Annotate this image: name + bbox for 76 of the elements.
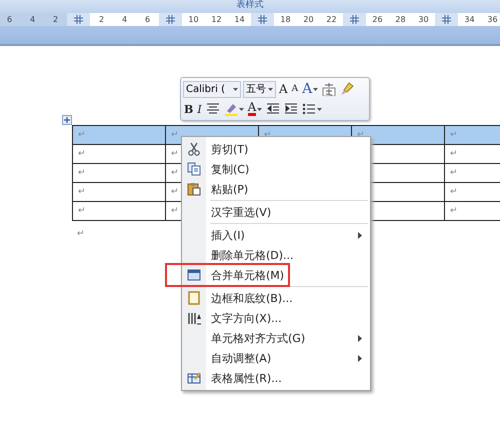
paragraph-mark: ↵ <box>450 168 458 178</box>
paragraph-mark: ↵ <box>264 130 272 140</box>
ruler-number: 14 <box>234 14 245 26</box>
menu-item[interactable]: 删除单元格(D)... <box>182 245 370 265</box>
column-marker-icon[interactable] <box>442 15 451 24</box>
caret-icon <box>233 88 238 90</box>
paragraph-mark: ↵ <box>450 206 458 216</box>
clipboard-icon <box>187 182 201 196</box>
ruler-number: 26 <box>372 14 383 26</box>
paragraph-mark: ↵ <box>78 149 86 159</box>
menu-item[interactable]: 粘贴(P) <box>182 179 370 199</box>
dropdown-field[interactable]: Calibri ( <box>183 80 241 98</box>
menu-item[interactable]: 复制(C) <box>182 159 370 179</box>
table-move-handle-icon[interactable] <box>62 115 72 125</box>
table-properties-icon <box>187 371 201 385</box>
ruler-number: 6 <box>6 14 12 26</box>
ruler-number: 28 <box>395 14 406 26</box>
column-marker-icon[interactable] <box>350 15 359 24</box>
column-marker-icon[interactable] <box>166 15 175 24</box>
paragraph-mark: ↵ <box>78 168 86 178</box>
ruler-number: 4 <box>122 14 128 26</box>
paragraph-mark: ↵ <box>78 187 86 197</box>
paragraph-mark: ↵ <box>171 206 179 216</box>
menu-item[interactable]: 边框和底纹(B)... <box>182 288 370 308</box>
ruler-number: 4 <box>30 14 36 26</box>
menu-item[interactable]: 汉字重选(V) <box>182 202 370 222</box>
phonetic-guide-icon[interactable] <box>322 82 336 96</box>
paragraph-mark: ↵ <box>78 130 86 140</box>
menu-item[interactable]: 插入(I) <box>182 225 370 245</box>
font-color-button[interactable]: A <box>246 100 264 118</box>
caret-icon <box>268 88 273 90</box>
paragraph-mark: ↵ <box>450 187 458 197</box>
grow-font-button[interactable]: A <box>278 80 289 98</box>
copy-icon <box>187 162 201 176</box>
ruler-number: 12 <box>211 14 222 26</box>
align-center-icon[interactable] <box>206 102 220 116</box>
ruler-number: 18 <box>280 14 291 26</box>
column-marker-icon[interactable] <box>258 15 267 24</box>
menu-item[interactable]: 自动调整(A) <box>182 348 370 368</box>
paragraph-mark: ↵ <box>78 206 86 216</box>
menu-item[interactable]: 表格属性(R)... <box>182 368 370 388</box>
paragraph-mark: ↵ <box>77 229 85 239</box>
table-icon <box>187 268 201 282</box>
ruler-number: 6 <box>144 14 150 26</box>
bullet-list-icon[interactable] <box>302 102 316 116</box>
text-direction-icon <box>187 311 201 325</box>
ruler-number: 2 <box>98 14 104 26</box>
paintbrush-icon[interactable] <box>340 82 354 96</box>
paragraph-mark: ↵ <box>171 130 179 140</box>
shrink-font-button[interactable]: A <box>290 80 300 98</box>
scissors-icon <box>187 142 201 156</box>
menu-item[interactable]: 合并单元格(M) <box>182 265 370 285</box>
menu-item[interactable]: 剪切(T) <box>182 139 370 159</box>
ruler-number: 10 <box>188 14 199 26</box>
ruler-number: 20 <box>303 14 314 26</box>
bold-button[interactable]: B <box>183 100 194 118</box>
paragraph-mark: ↵ <box>357 130 365 140</box>
paragraph-mark: ↵ <box>171 187 179 197</box>
ruler-number: 30 <box>418 14 429 26</box>
paragraph-mark: ↵ <box>450 149 458 159</box>
paragraph-mark: ↵ <box>171 168 179 178</box>
ruler-number: 22 <box>326 14 337 26</box>
menu-item[interactable]: 单元格对齐方式(G) <box>182 328 370 348</box>
ruler-number: 2 <box>52 14 58 26</box>
dropdown-field[interactable]: 五号 <box>243 80 276 98</box>
decrease-indent-icon[interactable] <box>266 102 280 116</box>
menu-item[interactable]: 文字方向(X)... <box>182 308 370 328</box>
italic-button[interactable]: I <box>196 100 203 118</box>
styles-button[interactable]: A <box>301 80 320 98</box>
paragraph-mark: ↵ <box>450 130 458 140</box>
ruler-number: 36 <box>487 14 498 26</box>
paragraph-mark: ↵ <box>171 149 179 159</box>
column-marker-icon[interactable] <box>74 15 83 24</box>
ruler-number: 34 <box>464 14 475 26</box>
page-icon <box>187 291 201 305</box>
increase-indent-icon[interactable] <box>284 102 298 116</box>
